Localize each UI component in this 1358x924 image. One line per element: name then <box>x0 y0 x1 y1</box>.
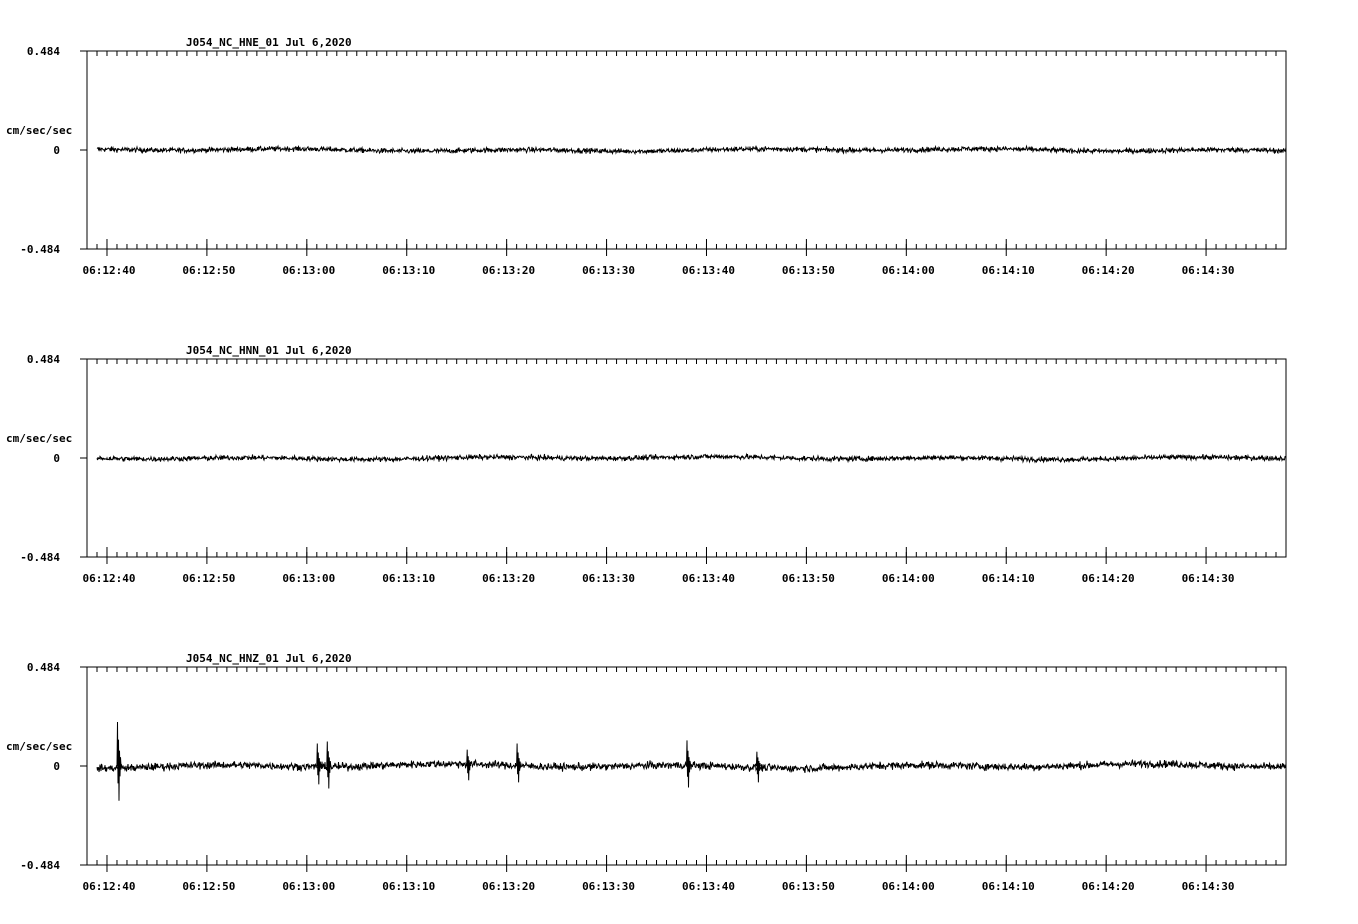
x-tick-label: 06:13:30 <box>582 264 635 277</box>
x-tick-label: 06:13:00 <box>282 880 335 893</box>
x-tick-label: 06:14:30 <box>1182 880 1235 893</box>
x-tick-label: 06:14:10 <box>982 880 1035 893</box>
x-tick-label: 06:12:50 <box>182 264 235 277</box>
event-spike <box>686 740 691 788</box>
waveform-trace <box>96 144 1287 156</box>
x-tick-label: 06:12:50 <box>182 880 235 893</box>
y-tick-label: 0 <box>53 760 60 773</box>
y-tick-label: 0 <box>53 452 60 465</box>
x-tick-label: 06:12:40 <box>82 264 135 277</box>
y-tick-label: 0.484 <box>27 45 60 58</box>
y-tick-label: 0.484 <box>27 353 60 366</box>
x-tick-label: 06:13:20 <box>482 572 535 585</box>
x-tick-label: 06:13:20 <box>482 264 535 277</box>
event-spike <box>316 743 322 785</box>
x-tick-label: 06:13:30 <box>582 572 635 585</box>
x-tick-label: 06:13:30 <box>582 880 635 893</box>
x-tick-label: 06:14:30 <box>1182 572 1235 585</box>
x-tick-label: 06:13:20 <box>482 880 535 893</box>
event-spike <box>326 741 332 789</box>
x-tick-label: 06:13:40 <box>682 880 735 893</box>
x-tick-label: 06:12:50 <box>182 572 235 585</box>
x-tick-label: 06:13:50 <box>782 880 835 893</box>
x-tick-label: 06:14:00 <box>882 572 935 585</box>
x-tick-label: 06:13:10 <box>382 880 435 893</box>
x-tick-label: 06:14:20 <box>1082 572 1135 585</box>
x-tick-label: 06:14:00 <box>882 264 935 277</box>
waveform-trace <box>96 758 1287 773</box>
event-spike <box>466 749 472 781</box>
x-tick-label: 06:14:10 <box>982 572 1035 585</box>
x-tick-label: 06:13:00 <box>282 572 335 585</box>
chart-title: J054_NC_HNN_01 Jul 6,2020 <box>186 344 352 357</box>
x-tick-label: 06:14:00 <box>882 880 935 893</box>
panel-2: J054_NC_HNN_01 Jul 6,2020 0.484 0 -0.484 cm/… <box>6 344 1287 585</box>
x-tick-label: 06:13:00 <box>282 264 335 277</box>
y-axis-label: cm/sec/sec <box>6 124 72 137</box>
x-tick-label: 06:12:40 <box>82 572 135 585</box>
chart-title: J054_NC_HNZ_01 Jul 6,2020 <box>186 652 352 665</box>
y-tick-label: -0.484 <box>20 859 60 872</box>
event-spike <box>116 721 122 801</box>
chart-title: J054_NC_HNE_01 Jul 6,2020 <box>186 36 352 49</box>
panel-1: J054_NC_HNE_01 Jul 6,2020 0.484 0 -0.484 cm/… <box>6 36 1287 277</box>
x-tick-label: 06:14:20 <box>1082 880 1135 893</box>
y-axis-label: cm/sec/sec <box>6 740 72 753</box>
y-tick-label: -0.484 <box>20 243 60 256</box>
waveform-trace <box>96 452 1287 464</box>
event-spike <box>755 751 761 783</box>
x-tick-label: 06:13:50 <box>782 572 835 585</box>
y-axis-label: cm/sec/sec <box>6 432 72 445</box>
x-tick-label: 06:13:40 <box>682 572 735 585</box>
x-tick-label: 06:14:10 <box>982 264 1035 277</box>
panel-3: J054_NC_HNZ_01 Jul 6,2020 0.484 0 -0.484 cm/… <box>6 652 1287 893</box>
x-tick-label: 06:13:10 <box>382 572 435 585</box>
x-tick-label: 06:12:40 <box>82 880 135 893</box>
seismogram-figure: J054_NC_HNE_01 Jul 6,2020 0.484 0 -0.484 cm/… <box>6 36 1287 893</box>
x-tick-label: 06:13:50 <box>782 264 835 277</box>
event-spike <box>516 743 522 783</box>
y-tick-label: 0.484 <box>27 661 60 674</box>
x-tick-label: 06:14:20 <box>1082 264 1135 277</box>
x-tick-label: 06:13:10 <box>382 264 435 277</box>
y-tick-label: 0 <box>53 144 60 157</box>
x-tick-label: 06:14:30 <box>1182 264 1235 277</box>
y-tick-label: -0.484 <box>20 551 60 564</box>
x-tick-label: 06:13:40 <box>682 264 735 277</box>
